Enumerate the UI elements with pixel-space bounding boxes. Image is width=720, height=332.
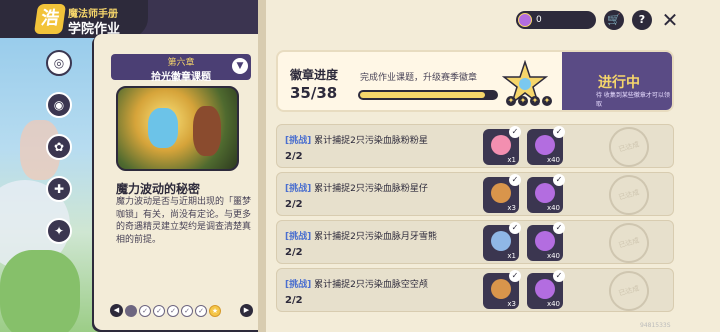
story-text: 魔力波动是否与近期出现的「噩梦咖锁」有关，尚没有定论。与更多的奇遇精灵建立契约是…: [116, 197, 252, 245]
reward-item[interactable]: ✓ x40: [527, 126, 565, 165]
reward-item[interactable]: ✓ x1: [483, 126, 521, 165]
task-progress: 2/2: [285, 295, 303, 306]
page-dot-star[interactable]: ★: [209, 304, 221, 317]
story-illustration: [116, 86, 239, 171]
chapter-selector[interactable]: 第六章 拾光徽章课题: [111, 54, 251, 83]
task-row: [挑战] 累计捕捉2只污染血脉粉星仔 2/2 ✓ x3 ✓ x40 已达成: [276, 170, 674, 220]
chapter-name: 拾光徽章课题: [151, 72, 211, 83]
star-icon: ✦: [518, 96, 528, 106]
badge-progress-subtitle: 完成作业课题，升级赛季徽章: [360, 73, 478, 83]
reward-item[interactable]: ✓ x40: [527, 222, 565, 261]
task-row: [挑战] 累计捕捉2只污染血脉粉粉星 2/2 ✓ x1 ✓ x40 已达成: [276, 122, 674, 172]
check-icon: ✓: [553, 222, 565, 234]
currency-display: 0: [516, 11, 596, 29]
star-icon: ✦: [542, 96, 552, 106]
header-badge: 浩 魔法师手册 学院作业: [0, 0, 148, 38]
currency-value: 0: [536, 15, 542, 25]
task-progress: 2/2: [285, 199, 303, 210]
task-row: [挑战] 累计捕捉2只污染血脉月牙雪熊 2/2 ✓ x1 ✓ x40 已达成: [276, 218, 674, 268]
task-progress: 2/2: [285, 151, 303, 162]
check-icon: ✓: [553, 270, 565, 282]
badge-stars: ✦ ✦ ✦ ✦: [506, 96, 552, 106]
task-text: [挑战] 累计捕捉2只污染血脉粉粉星: [285, 136, 428, 146]
page-dot[interactable]: ✓: [181, 304, 193, 317]
badge-status-note: 待 收集到某些徽章才可以领取: [596, 92, 670, 108]
badge-progress-fill: [360, 92, 485, 98]
book-spine: [258, 0, 266, 332]
badge-status: 进行中: [598, 75, 640, 91]
check-icon: ✓: [509, 174, 521, 186]
task-text: [挑战] 累计捕捉2只污染血脉月牙雪熊: [285, 232, 437, 242]
reward-item[interactable]: ✓ x3: [483, 174, 521, 213]
chevron-down-icon[interactable]: ▼: [232, 58, 248, 74]
top-bar: 0 🛒 ? ✕: [516, 10, 680, 30]
badge-progress-count: 35/38: [290, 84, 338, 102]
page-dot[interactable]: ✓: [139, 304, 151, 317]
version-label: 9481533S: [640, 322, 671, 329]
page-dot[interactable]: ✓: [195, 304, 207, 317]
badge-progress-bar: [358, 90, 498, 100]
completed-stamp: 已达成: [604, 218, 654, 268]
page-dot[interactable]: ✓: [167, 304, 179, 317]
currency-icon: [518, 13, 532, 27]
globe-icon[interactable]: ◉: [46, 92, 72, 118]
completed-stamp: 已达成: [604, 266, 654, 316]
task-row: [挑战] 累计捕捉2只污染血脉空空颅 2/2 ✓ x3 ✓ x40 已达成: [276, 266, 674, 316]
reward-item[interactable]: ✓ x3: [483, 270, 521, 309]
task-text: [挑战] 累计捕捉2只污染血脉粉星仔: [285, 184, 428, 194]
reward-item[interactable]: ✓ x40: [527, 174, 565, 213]
badge-progress-card: 徽章进度 完成作业课题，升级赛季徽章 35/38 ✦ ✦ ✦ ✦ 进行中 待 收…: [276, 50, 674, 112]
check-icon: ✓: [509, 126, 521, 138]
check-icon: ✓: [553, 126, 565, 138]
check-icon: ✓: [509, 270, 521, 282]
chapter-number: 第六章: [167, 58, 195, 68]
shop-button[interactable]: 🛒: [604, 10, 624, 30]
chapter-pager: ◀ ✓ ✓ ✓ ✓ ✓ ✓ ★: [110, 304, 221, 317]
prev-page-button[interactable]: ◀: [110, 304, 123, 317]
badge-progress-title: 徽章进度: [290, 68, 339, 82]
task-progress: 2/2: [285, 247, 303, 258]
star-icon: ✦: [530, 96, 540, 106]
next-page-button[interactable]: ▶: [240, 304, 253, 317]
completed-stamp: 已达成: [604, 170, 654, 220]
task-text: [挑战] 累计捕捉2只污染血脉空空颅: [285, 280, 428, 290]
close-button[interactable]: ✕: [660, 10, 680, 30]
completed-stamp: 已达成: [604, 122, 654, 172]
task-list: [挑战] 累计捕捉2只污染血脉粉粉星 2/2 ✓ x1 ✓ x40 已达成 [挑…: [276, 122, 674, 316]
story-title: 魔力波动的秘密: [116, 182, 201, 196]
check-icon: ✓: [509, 222, 521, 234]
help-button[interactable]: ?: [632, 10, 652, 30]
side-nav: ◎ ◉ ✿ ✚ ✦: [46, 50, 76, 260]
check-icon: ✓: [553, 174, 565, 186]
dumbbell-icon[interactable]: ✚: [46, 176, 72, 202]
badge-icon[interactable]: ✦: [46, 218, 72, 244]
star-icon: ✦: [506, 96, 516, 106]
chapter-icon[interactable]: ◎: [46, 50, 72, 76]
reward-item[interactable]: ✓ x1: [483, 222, 521, 261]
page-dot[interactable]: ✓: [153, 304, 165, 317]
app-logo-icon: 浩: [33, 4, 67, 34]
flower-icon[interactable]: ✿: [46, 134, 72, 160]
page-dot[interactable]: ✓: [125, 304, 137, 317]
reward-item[interactable]: ✓ x40: [527, 270, 565, 309]
